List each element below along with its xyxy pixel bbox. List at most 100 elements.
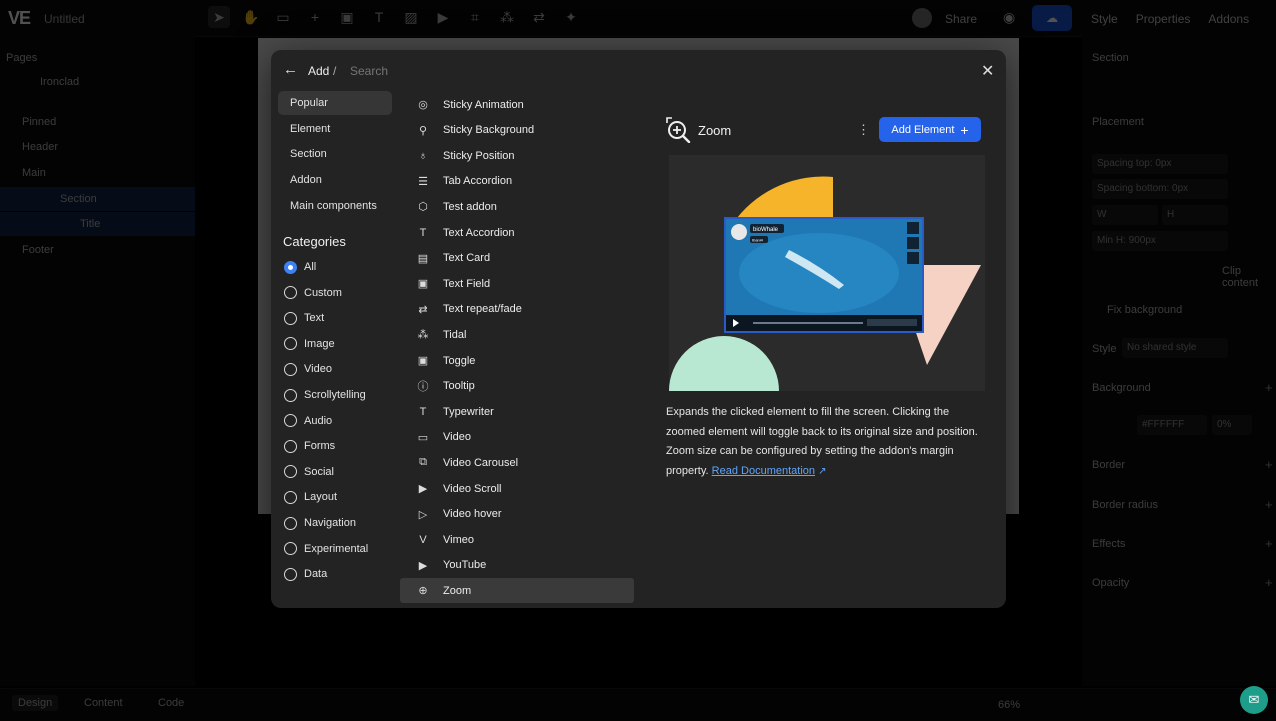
read-documentation-link[interactable]: Read Documentation xyxy=(712,465,815,477)
hand-tool-icon[interactable]: ✋ xyxy=(240,6,262,28)
addon-item[interactable]: ▷ Video hover xyxy=(400,502,634,527)
add-background-icon[interactable]: + xyxy=(1265,380,1273,395)
category-image[interactable]: Image xyxy=(284,335,335,353)
shared-style-select[interactable]: No shared style xyxy=(1122,338,1228,358)
radio-button[interactable] xyxy=(284,414,297,428)
addon-item[interactable]: ▣ Toggle xyxy=(400,348,634,373)
category-navigation[interactable]: Navigation xyxy=(284,514,356,532)
addon-item[interactable]: ♁ Sticky Position xyxy=(400,143,634,168)
nav-main-components[interactable]: Main components xyxy=(278,194,392,218)
frame-tool-icon[interactable]: ⌗ xyxy=(464,6,486,28)
addon-item[interactable]: T Text Accordion xyxy=(400,220,634,245)
radio-button[interactable] xyxy=(284,362,297,376)
layer-section[interactable]: Section xyxy=(0,187,195,211)
addon-item[interactable]: ▤ Text Card xyxy=(400,246,634,271)
zoom-level[interactable]: 66% xyxy=(998,699,1020,711)
document-title[interactable]: Untitled xyxy=(44,12,85,26)
publish-button[interactable]: ☁ xyxy=(1032,5,1072,31)
radio-button[interactable] xyxy=(284,439,297,453)
add-opacity-icon[interactable]: + xyxy=(1265,575,1273,590)
addon-item[interactable]: ☰ Tab Accordion xyxy=(400,169,634,194)
more-options-icon[interactable]: ⋮ xyxy=(857,122,870,138)
addon-item[interactable]: ◎ Sticky Animation xyxy=(400,92,634,117)
spacing-top-field[interactable]: Spacing top: 0px xyxy=(1092,154,1228,174)
addon-item[interactable]: V Vimeo xyxy=(400,527,634,552)
radio-button[interactable] xyxy=(284,516,297,530)
addon-item[interactable]: ⬡ Test addon xyxy=(400,194,634,219)
components-tool-icon[interactable]: ⁂ xyxy=(496,6,518,28)
text-tool-icon[interactable]: T xyxy=(368,6,390,28)
min-height-field[interactable]: Min H: 900px xyxy=(1092,231,1228,251)
radio-button[interactable] xyxy=(284,286,297,300)
page-item[interactable]: Ironclad xyxy=(0,70,195,94)
avatar[interactable] xyxy=(912,8,932,28)
addon-item[interactable]: ▭ Video xyxy=(400,425,634,450)
tab-properties[interactable]: Properties xyxy=(1136,12,1191,26)
layer-header[interactable]: Header xyxy=(0,135,195,159)
tab-style[interactable]: Style xyxy=(1091,12,1118,26)
addon-item[interactable]: ⁂ Tidal xyxy=(400,322,634,347)
layer-title[interactable]: Title xyxy=(0,212,195,236)
video-tool-icon[interactable]: ▶ xyxy=(432,6,454,28)
add-border-icon[interactable]: + xyxy=(1265,457,1273,472)
category-audio[interactable]: Audio xyxy=(284,412,332,430)
nav-popular[interactable]: Popular xyxy=(278,91,392,115)
addon-item[interactable]: ⚲ Sticky Background xyxy=(400,118,634,143)
addon-item[interactable]: ⇄ Text repeat/fade xyxy=(400,297,634,322)
add-border-radius-icon[interactable]: + xyxy=(1265,497,1273,512)
category-data[interactable]: Data xyxy=(284,565,327,583)
preview-eye-icon[interactable]: ◉ xyxy=(1003,9,1015,26)
add-tool-icon[interactable]: + xyxy=(304,6,326,28)
nav-element[interactable]: Element xyxy=(278,117,392,141)
radio-button[interactable] xyxy=(284,465,297,479)
radio-button[interactable] xyxy=(284,567,297,581)
category-video[interactable]: Video xyxy=(284,360,332,378)
category-text[interactable]: Text xyxy=(284,309,324,327)
radio-button[interactable] xyxy=(284,388,297,402)
swap-tool-icon[interactable]: ⇄ xyxy=(528,6,550,28)
layer-footer[interactable]: Footer xyxy=(0,238,195,262)
addon-item[interactable]: T Typewriter xyxy=(400,399,634,424)
section-tool-icon[interactable]: ▣ xyxy=(336,6,358,28)
layer-pinned[interactable]: Pinned xyxy=(0,110,195,134)
category-forms[interactable]: Forms xyxy=(284,437,335,455)
share-button[interactable]: Share xyxy=(945,12,977,26)
tab-content[interactable]: Content xyxy=(84,697,123,709)
width-field[interactable]: W xyxy=(1092,205,1158,225)
radio-button[interactable] xyxy=(284,490,297,504)
background-hex-field[interactable]: #FFFFFF xyxy=(1137,415,1207,435)
category-custom[interactable]: Custom xyxy=(284,284,342,302)
height-field[interactable]: H xyxy=(1162,205,1228,225)
addons-tool-icon[interactable]: ✦ xyxy=(560,6,582,28)
addon-item[interactable]: ▶ Video Scroll xyxy=(400,476,634,501)
addon-item[interactable]: ▣ Text Field xyxy=(400,271,634,296)
breadcrumb-add[interactable]: Add xyxy=(308,64,329,78)
fix-background-label[interactable]: Fix background xyxy=(1107,304,1182,316)
add-element-button[interactable]: Add Element + xyxy=(879,117,981,142)
search-input[interactable] xyxy=(350,64,550,78)
addon-item[interactable]: ⧉ Video Carousel xyxy=(400,450,634,475)
tab-code[interactable]: Code xyxy=(158,697,184,709)
radio-button[interactable] xyxy=(284,260,297,274)
nav-addon[interactable]: Addon xyxy=(278,168,392,192)
addon-item[interactable]: ▶ YouTube xyxy=(400,553,634,578)
layer-main[interactable]: Main xyxy=(0,161,195,185)
addon-item[interactable]: ⓘ Tooltip xyxy=(400,374,634,399)
image-tool-icon[interactable]: ▨ xyxy=(400,6,422,28)
category-layout[interactable]: Layout xyxy=(284,488,337,506)
category-experimental[interactable]: Experimental xyxy=(284,540,368,558)
category-scrollytelling[interactable]: Scrollytelling xyxy=(284,386,366,404)
select-tool-icon[interactable]: ➤ xyxy=(208,6,230,28)
nav-section[interactable]: Section xyxy=(278,142,392,166)
spacing-bottom-field[interactable]: Spacing bottom: 0px xyxy=(1092,179,1228,199)
add-effect-icon[interactable]: + xyxy=(1265,536,1273,551)
tab-addons[interactable]: Addons xyxy=(1208,12,1249,26)
category-all[interactable]: All xyxy=(284,258,316,276)
radio-button[interactable] xyxy=(284,311,297,325)
radio-button[interactable] xyxy=(284,542,297,556)
clip-content-label[interactable]: Clip content xyxy=(1222,265,1276,289)
radio-button[interactable] xyxy=(284,337,297,351)
background-opacity-field[interactable]: 0% xyxy=(1212,415,1252,435)
comment-tool-icon[interactable]: ▭ xyxy=(272,6,294,28)
back-arrow-icon[interactable]: ← xyxy=(283,62,298,78)
